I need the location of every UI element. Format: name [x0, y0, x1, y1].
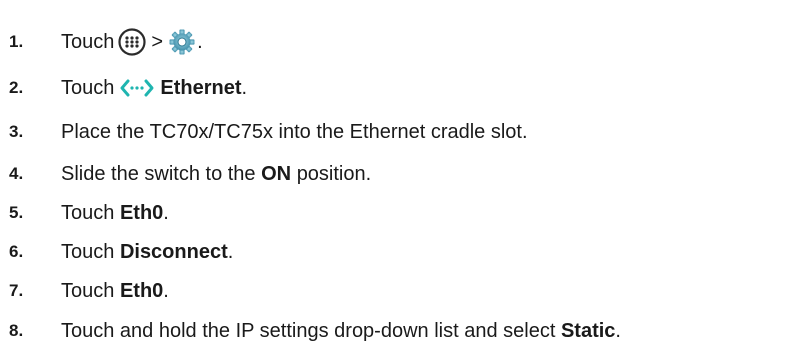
step-text-post: .: [163, 279, 169, 302]
step-text-bold: Eth0: [119, 279, 164, 302]
step-text-bold: Eth0: [119, 201, 164, 224]
step-text-bold: Static: [560, 319, 616, 342]
step-number: 4.: [9, 164, 24, 183]
step-text: Touch Disconnect.: [61, 241, 233, 264]
step-text-pre: Place the TC70x/TC75x into the Ethernet …: [61, 120, 528, 143]
step-number: 6.: [9, 242, 24, 261]
step-text: Slide the switch to the ON position.: [61, 163, 371, 186]
step-text: Place the TC70x/TC75x into the Ethernet …: [61, 121, 528, 144]
step-number: 8.: [9, 321, 24, 340]
step-number: 5.: [9, 203, 24, 222]
step-text: Touch Ethernet.: [61, 77, 247, 100]
ethernet-icon: [120, 79, 154, 97]
step-text-post: position.: [296, 162, 372, 185]
step-text: Touch and hold the IP settings drop-down…: [61, 320, 621, 343]
step-text-post: .: [197, 30, 203, 53]
step-text-pre: Touch and hold the IP settings drop-down…: [61, 319, 556, 342]
step-text-bold: ON: [261, 162, 292, 185]
step-text-post: .: [615, 319, 621, 342]
step-number: 2.: [9, 78, 24, 97]
step-text-pre: Slide the switch to the: [61, 162, 256, 185]
step-number: 3.: [9, 122, 24, 141]
step-text: Touch Eth0.: [61, 280, 169, 303]
all-apps-icon: [118, 28, 146, 56]
step-text: Touch Eth0.: [61, 202, 169, 225]
step-text-pre: Touch: [61, 240, 115, 263]
step-text-pre: Touch: [61, 201, 115, 224]
procedure-steps: 1. Touch > . 2. Touch Ethernet . 3. Plac…: [0, 0, 809, 362]
step-number: 1.: [9, 32, 24, 51]
step-text-pre: Touch: [61, 30, 115, 53]
step-text-pre: Touch: [61, 76, 115, 99]
step-text-bold: Disconnect: [119, 240, 228, 263]
settings-gear-icon: [169, 29, 195, 55]
step-text-bold: Ethernet: [160, 76, 242, 99]
step-text: Touch > .: [61, 28, 203, 56]
step-text-pre: Touch: [61, 279, 115, 302]
step-text-separator: >: [151, 30, 164, 53]
step-text-post: .: [163, 201, 169, 224]
step-text-post: .: [241, 76, 248, 99]
step-text-post: .: [227, 240, 234, 263]
step-number: 7.: [9, 281, 24, 300]
